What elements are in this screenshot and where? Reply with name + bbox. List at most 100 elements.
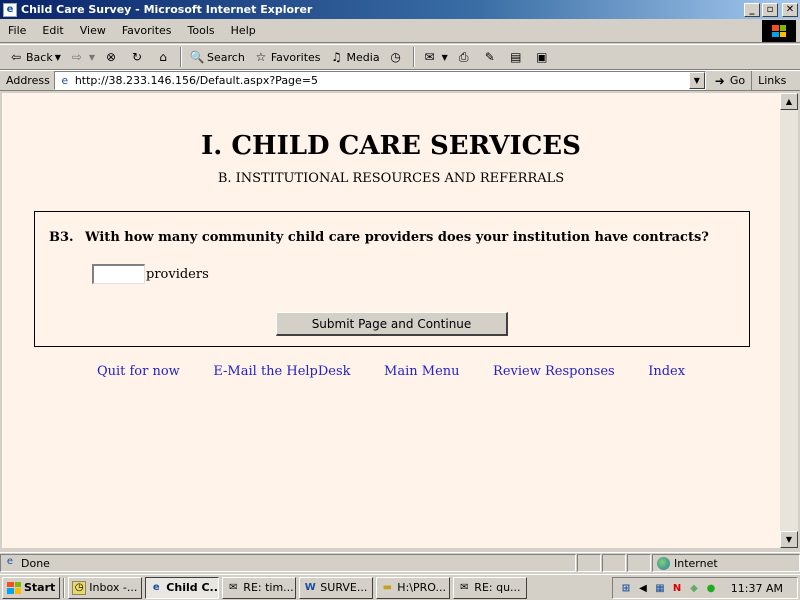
question-box: B3. With how many community child care p… (34, 211, 750, 347)
close-button[interactable]: ✕ (782, 2, 798, 17)
taskbar-button-inbox[interactable]: ◷ Inbox -... (68, 576, 143, 599)
menu-view[interactable]: View (72, 24, 114, 37)
history-icon: ◷ (390, 50, 401, 64)
taskbar-button-folder[interactable]: ▬ H:\PRO... (376, 576, 451, 599)
menu-edit[interactable]: Edit (34, 24, 71, 37)
start-button[interactable]: Start (2, 576, 61, 599)
media-button[interactable]: ♫ Media (325, 46, 384, 68)
main-menu-link[interactable]: Main Menu (384, 364, 459, 379)
language-icon[interactable]: ⊞ (619, 581, 633, 595)
task-label: Inbox -... (89, 581, 138, 594)
menu-tools[interactable]: Tools (180, 24, 223, 37)
home-icon: ⌂ (159, 50, 167, 64)
ie-icon: e (152, 582, 160, 593)
taskbar-button-re-qu[interactable]: ✉ RE: qu... (453, 576, 528, 599)
discuss-icon: ▤ (510, 50, 522, 64)
mail-button[interactable]: ✉ ▼ (418, 46, 452, 68)
system-tray: ⊞ ◀ ▦ N ◆ ● 11:37 AM (612, 577, 798, 599)
edit-button[interactable]: ✎ (478, 46, 504, 68)
task-label: RE: tim... (243, 581, 294, 594)
taskbar-button-re-tim[interactable]: ✉ RE: tim... (222, 576, 297, 599)
review-responses-link[interactable]: Review Responses (493, 364, 615, 379)
forward-arrow-icon: ⇨ (71, 50, 82, 64)
toolbar: ⇦ Back ▼ ⇨ ▼ ⊗ ↻ ⌂ 🔍 Search ☆ Favorites … (0, 44, 800, 70)
toolbar-divider (412, 47, 415, 67)
links-button[interactable]: Links (751, 71, 786, 90)
vertical-scrollbar[interactable]: ▲ ▼ (780, 93, 798, 548)
status-cell (577, 554, 601, 572)
task-label: Child C... (166, 581, 220, 594)
scroll-down-icon[interactable]: ▼ (780, 531, 798, 548)
survey-nav-links: Quit for now E-Mail the HelpDesk Main Me… (2, 364, 780, 379)
windows-logo-icon (762, 20, 796, 42)
print-icon: ⎙ (458, 49, 469, 64)
providers-unit-label: providers (146, 267, 209, 282)
favorites-button[interactable]: ☆ Favorites (249, 46, 325, 68)
security-zone: Internet (652, 554, 800, 572)
chevron-down-icon[interactable]: ▼ (55, 53, 61, 62)
scroll-up-icon[interactable]: ▲ (780, 93, 798, 110)
media-label: Media (346, 50, 380, 64)
mail-icon: ✉ (424, 50, 435, 64)
search-button[interactable]: 🔍 Search (185, 46, 249, 68)
index-link[interactable]: Index (648, 364, 685, 379)
menu-file[interactable]: File (0, 24, 34, 37)
maximize-button[interactable]: ▫ (762, 2, 778, 17)
toolbar-divider (180, 47, 183, 67)
email-helpdesk-link[interactable]: E-Mail the HelpDesk (213, 364, 350, 379)
refresh-icon: ↻ (132, 50, 143, 64)
status-text: Done (21, 556, 50, 570)
status-bar: e Done Internet (0, 552, 800, 573)
refresh-button[interactable]: ↻ (125, 46, 151, 68)
question-number: B3. (49, 230, 74, 245)
go-arrow-icon: ➜ (714, 73, 725, 88)
chevron-down-icon[interactable]: ▼ (89, 53, 95, 62)
history-button[interactable]: ◷ (384, 46, 410, 68)
minimize-button[interactable]: _ (744, 2, 760, 17)
menu-help[interactable]: Help (223, 24, 264, 37)
menu-bar: File Edit View Favorites Tools Help (0, 19, 800, 43)
taskbar-divider (63, 577, 66, 598)
outlook-icon: ◷ (72, 580, 87, 595)
messenger-icon: ▣ (536, 50, 548, 64)
back-button[interactable]: ⇦ Back ▼ (4, 46, 65, 68)
diamond-icon[interactable]: ◆ (687, 581, 701, 595)
word-icon: W (304, 582, 316, 593)
antivirus-icon[interactable]: N (670, 581, 684, 595)
address-field[interactable]: e http://38.233.146.156/Default.aspx?Pag… (53, 71, 706, 90)
media-icon: ♫ (331, 50, 342, 64)
task-label: RE: qu... (474, 581, 521, 594)
task-label: SURVE... (320, 581, 368, 594)
forward-button[interactable]: ⇨ ▼ (65, 46, 99, 68)
discuss-button[interactable]: ▤ (504, 46, 530, 68)
chevron-down-icon[interactable]: ▼ (442, 53, 448, 62)
network-icon[interactable]: ▦ (653, 581, 667, 595)
status-cell (602, 554, 626, 572)
section-subtitle: B. INSTITUTIONAL RESOURCES AND REFERRALS (217, 171, 565, 186)
windows-logo-icon (7, 581, 21, 594)
taskbar: Start ◷ Inbox -... e Child C... ✉ RE: ti… (0, 574, 800, 600)
ie-icon: e (3, 2, 17, 17)
taskbar-button-child-care[interactable]: e Child C... (145, 576, 220, 599)
zone-label: Internet (674, 556, 718, 570)
quit-link[interactable]: Quit for now (97, 364, 180, 379)
menu-favorites[interactable]: Favorites (114, 24, 180, 37)
messenger-button[interactable]: ▣ (530, 46, 556, 68)
task-label: H:\PRO... (397, 581, 446, 594)
chevron-down-icon[interactable]: ▼ (688, 72, 705, 89)
globe-icon (657, 556, 670, 570)
taskbar-button-survey[interactable]: W SURVE... (299, 576, 374, 599)
back-arrow-icon: ⇦ (10, 50, 22, 64)
home-button[interactable]: ⌂ (151, 46, 177, 68)
volume-icon[interactable]: ◀ (636, 581, 650, 595)
stop-button[interactable]: ⊗ (99, 46, 125, 68)
providers-input[interactable] (92, 264, 145, 284)
status-main: e Done (0, 554, 576, 572)
go-button[interactable]: ➜ Go (706, 73, 751, 89)
address-url[interactable]: http://38.233.146.156/Default.aspx?Page=… (75, 74, 689, 87)
page-icon: e (61, 73, 69, 87)
mail-icon: ✉ (229, 582, 238, 593)
print-button[interactable]: ⎙ (452, 46, 478, 68)
submit-button[interactable]: Submit Page and Continue (276, 312, 508, 336)
green-status-icon[interactable]: ● (704, 581, 718, 595)
